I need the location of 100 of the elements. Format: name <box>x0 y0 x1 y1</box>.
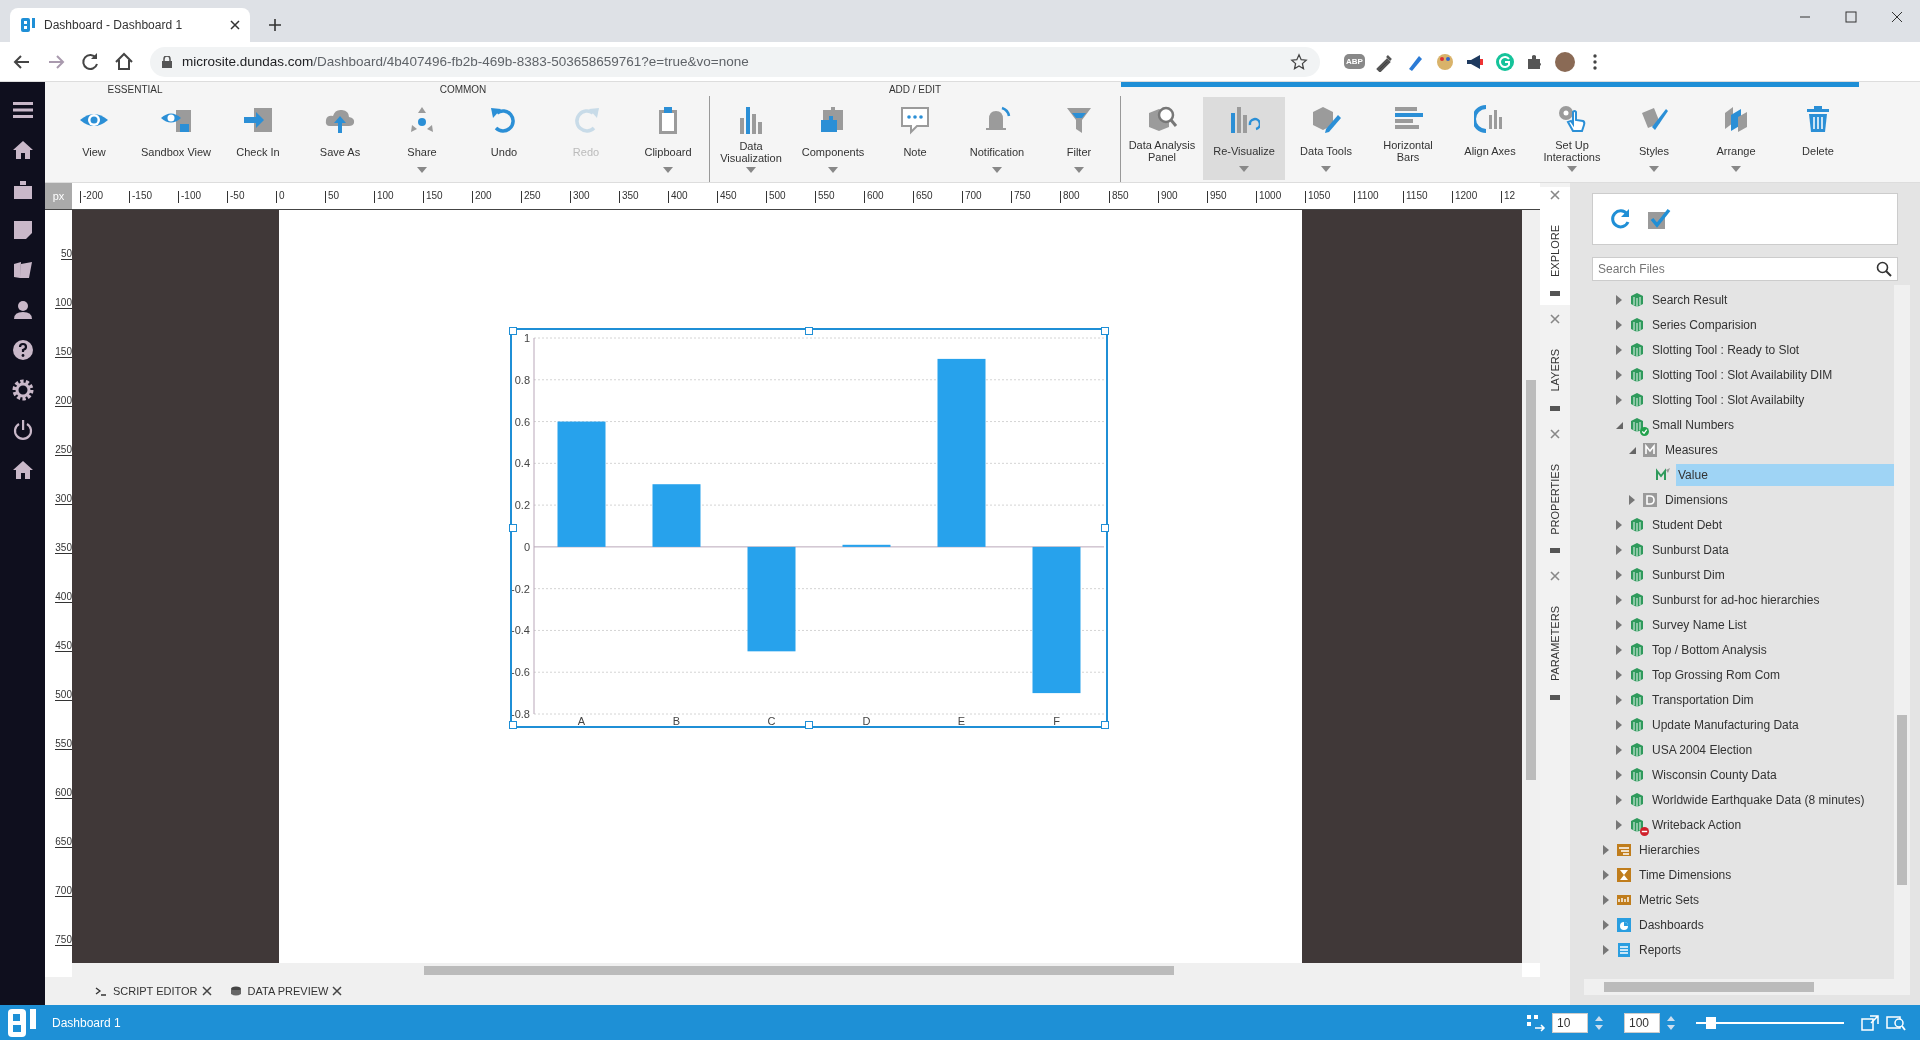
side-panel-tab[interactable]: EXPLORE <box>1540 187 1570 305</box>
expand-arrow-icon[interactable] <box>1614 619 1624 630</box>
resize-handle[interactable] <box>805 327 813 335</box>
expand-arrow-icon[interactable] <box>1614 544 1624 555</box>
tree-item[interactable]: Top / Bottom Analysis <box>1650 638 1773 661</box>
star-icon[interactable] <box>1290 52 1308 71</box>
tree-horizontal-scrollbar[interactable] <box>1584 979 1910 995</box>
expand-arrow-icon[interactable] <box>1614 569 1624 580</box>
toolbar-button[interactable]: Arrange <box>1695 97 1777 180</box>
tree-item[interactable]: Dimensions <box>1663 488 1734 511</box>
expand-arrow-icon[interactable] <box>1614 644 1624 655</box>
snap-grid-icon[interactable] <box>1526 1013 1546 1032</box>
expand-arrow-icon[interactable] <box>1614 394 1624 405</box>
resize-handle[interactable] <box>509 327 517 335</box>
tree-item[interactable]: Small Numbers <box>1650 413 1741 436</box>
expand-arrow-icon[interactable] <box>1627 494 1637 505</box>
toolbar-button[interactable]: Note <box>874 98 956 181</box>
tree-item[interactable]: Writeback Action <box>1650 813 1748 836</box>
tree-item[interactable]: Sunburst Data <box>1650 538 1735 561</box>
expand-arrow-icon[interactable] <box>1614 344 1624 355</box>
expand-arrow-icon[interactable] <box>1614 769 1624 780</box>
search-field[interactable]: Search Files <box>1592 257 1898 281</box>
toolbar-button[interactable]: Re-Visualize <box>1203 97 1285 180</box>
tree-item[interactable]: Survey Name List <box>1650 613 1753 636</box>
panel-tab[interactable]: DATA PREVIEW <box>229 985 329 997</box>
resize-handle[interactable] <box>1101 721 1109 729</box>
tree-scrollbar[interactable] <box>1894 285 1910 979</box>
resize-handle[interactable] <box>1101 524 1109 532</box>
grammar-extension-icon[interactable] <box>1494 51 1515 72</box>
tree-item[interactable]: Dashboards <box>1637 913 1710 936</box>
expand-arrow-icon[interactable] <box>1614 794 1624 805</box>
toolbar-button[interactable]: Sandbox View <box>135 98 217 181</box>
resize-handle[interactable] <box>509 524 517 532</box>
toolbar-button[interactable]: Save As <box>299 98 381 181</box>
toolbar-button[interactable]: Styles <box>1613 97 1695 180</box>
expand-arrow-icon[interactable] <box>1614 594 1624 605</box>
tree-item[interactable]: Reports <box>1637 938 1688 961</box>
settings-icon[interactable] <box>10 378 35 402</box>
toolbar-button[interactable]: Delete <box>1777 97 1859 180</box>
vertical-scrollbar[interactable] <box>1522 210 1540 963</box>
close-icon[interactable] <box>201 986 212 996</box>
expand-arrow-icon[interactable] <box>1614 694 1624 705</box>
tree-item[interactable]: Search Result <box>1650 288 1734 311</box>
expand-arrow-icon[interactable] <box>1601 944 1611 955</box>
expand-arrow-icon[interactable] <box>1614 519 1624 530</box>
search-icon[interactable] <box>1876 261 1892 277</box>
tree-item[interactable]: Series Comparision <box>1650 313 1763 336</box>
grid-size-field[interactable]: 10 <box>1552 1012 1588 1033</box>
zoom-slider[interactable] <box>1696 1015 1844 1030</box>
panel-tab[interactable]: SCRIPT EDITOR <box>95 985 198 997</box>
selection-frame[interactable]: 1 0.8 0.6 0.4 0.2 0 -0.2 -0.4 -0.6 -0.8 A B C D E F <box>510 328 1108 728</box>
browser-tab[interactable]: Dashboard - Dashboard 1 <box>10 8 250 42</box>
toolbar-button[interactable]: Filter <box>1038 98 1120 181</box>
expand-arrow-icon[interactable] <box>1601 894 1611 905</box>
horizontal-scrollbar[interactable] <box>72 963 1522 977</box>
tree-item[interactable]: Slotting Tool : Slot Availability DIM <box>1650 363 1839 386</box>
toolbar-button[interactable]: Align Axes <box>1449 97 1531 180</box>
tree-item[interactable]: Metric Sets <box>1637 888 1705 911</box>
tree-item[interactable]: Transportation Dim <box>1650 688 1760 711</box>
toolbar-button[interactable]: Horizontal Bars <box>1367 97 1449 180</box>
zoom-field[interactable]: 100 <box>1624 1012 1660 1033</box>
tree-item[interactable]: Sunburst Dim <box>1650 563 1731 586</box>
expand-arrow-icon[interactable] <box>1614 819 1624 830</box>
tree-item[interactable]: Measures <box>1663 438 1724 461</box>
toolbar-button[interactable]: Share <box>381 98 463 181</box>
toolbar-button[interactable]: Components <box>792 98 874 181</box>
tree-item[interactable]: Top Grossing Rom Com <box>1650 663 1787 686</box>
toolbar-button[interactable]: Clipboard <box>627 98 709 181</box>
tree-item[interactable]: Sunburst for ad-hoc hierarchies <box>1650 588 1826 611</box>
adblock-extension-icon[interactable]: ABP <box>1344 54 1365 69</box>
expand-arrow-icon[interactable] <box>1614 369 1624 380</box>
resize-handle[interactable] <box>1101 327 1109 335</box>
expand-arrow-icon[interactable] <box>1614 719 1624 730</box>
expand-arrow-icon[interactable] <box>1601 869 1611 880</box>
zoom-search-icon[interactable] <box>1886 1013 1906 1032</box>
tree-item[interactable]: Student Debt <box>1650 513 1729 536</box>
avatar-icon[interactable] <box>1554 51 1575 72</box>
resize-handle[interactable] <box>509 721 517 729</box>
tree-item[interactable]: Worldwide Earthquake Data (8 minutes) <box>1650 788 1871 811</box>
tree-item[interactable]: Time Dimensions <box>1637 863 1738 886</box>
expand-arrow-icon[interactable] <box>1601 844 1611 855</box>
toolbar-button[interactable]: Set Up Interactions <box>1531 97 1613 180</box>
tree-item[interactable]: USA 2004 Election <box>1650 738 1759 761</box>
tree-item[interactable]: Value <box>1676 463 1894 486</box>
expand-arrow-icon[interactable] <box>1614 669 1624 680</box>
tree-item[interactable]: Slotting Tool : Slot Availabilty <box>1650 388 1811 411</box>
fit-to-window-icon[interactable] <box>1860 1013 1880 1032</box>
address-bar[interactable]: microsite.dundas.com/Dashboard/4b407496-fb2b-469b-8383-503658659761?e=true&vo=none <box>150 46 1320 77</box>
toolbar-button[interactable]: Check In <box>217 98 299 181</box>
toolbar-button[interactable]: Data Visualization <box>710 98 792 181</box>
close-icon[interactable] <box>332 986 343 996</box>
tree-item[interactable]: Hierarchies <box>1637 838 1706 861</box>
tree-item[interactable]: Update Manufacturing Data <box>1650 713 1805 736</box>
tree-item[interactable]: Slotting Tool : Ready to Slot <box>1650 338 1806 361</box>
toolbar-button[interactable]: Data Tools <box>1285 97 1367 180</box>
toolbar-button[interactable]: View <box>53 98 135 181</box>
toolbar-button[interactable]: Data Analysis Panel <box>1121 97 1203 180</box>
checkbox-icon[interactable] <box>1645 206 1671 232</box>
expand-arrow-icon[interactable] <box>1614 294 1624 305</box>
new-tab-icon[interactable] <box>268 18 282 32</box>
